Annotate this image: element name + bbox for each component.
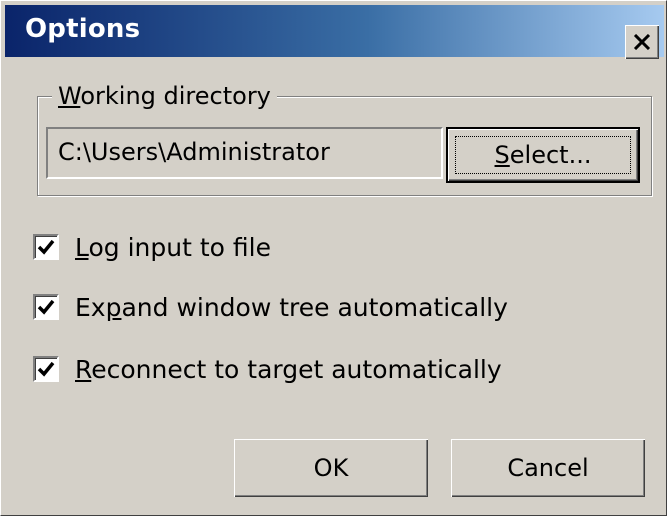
dialog-title: Options [25, 14, 141, 44]
working-directory-label: Working directory [52, 80, 277, 112]
checkmark-icon [37, 239, 55, 255]
close-icon [633, 34, 651, 50]
checkmark-icon [37, 361, 55, 377]
focus-rectangle [455, 136, 631, 174]
reconnect-option[interactable]: Reconnect to target automatically [33, 353, 502, 385]
log-input-option[interactable]: Log input to file [33, 231, 271, 263]
checkmark-icon [37, 299, 55, 315]
close-button[interactable] [625, 25, 659, 59]
log-input-label[interactable]: Log input to file [75, 233, 271, 262]
title-bar[interactable]: Options [5, 5, 664, 57]
cancel-button[interactable]: Cancel [451, 439, 645, 497]
reconnect-label[interactable]: Reconnect to target automatically [75, 355, 502, 384]
expand-tree-label[interactable]: Expand window tree automatically [75, 293, 508, 322]
working-directory-group: Working directory C:\Users\Administrator… [37, 80, 652, 196]
expand-tree-checkbox[interactable] [33, 294, 59, 320]
select-directory-button[interactable]: Select... [446, 127, 640, 183]
expand-tree-option[interactable]: Expand window tree automatically [33, 291, 508, 323]
ok-button[interactable]: OK [234, 439, 428, 497]
log-input-checkbox[interactable] [33, 234, 59, 260]
options-dialog: Options Working directory C:\Users\Admin… [0, 0, 667, 516]
reconnect-checkbox[interactable] [33, 356, 59, 382]
working-directory-field[interactable]: C:\Users\Administrator [46, 127, 443, 179]
